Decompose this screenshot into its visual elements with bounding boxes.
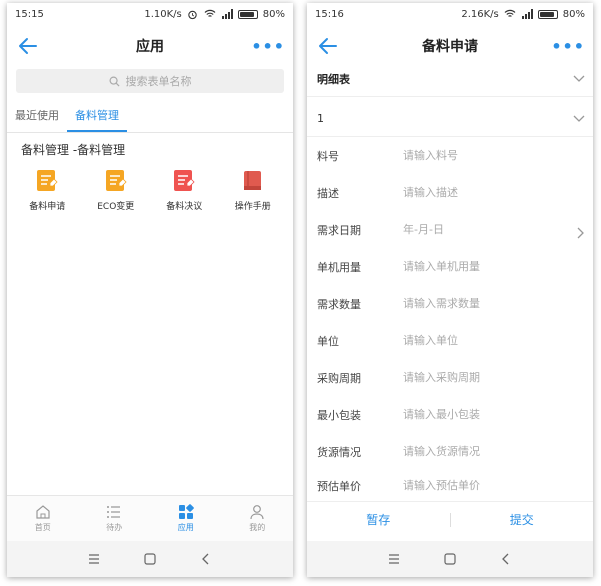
wifi-icon (504, 9, 516, 19)
tabbar-todo[interactable]: 待办 (79, 496, 151, 541)
submit-button[interactable]: 提交 (451, 511, 594, 528)
status-bar: 15:15 1.10K/s 80% (7, 3, 293, 25)
system-nav-bar (307, 541, 593, 577)
battery-icon (237, 9, 258, 19)
purchase-cycle-input[interactable] (403, 371, 583, 384)
app-label: ECO变更 (97, 202, 135, 212)
back-arrow-icon[interactable] (17, 35, 39, 57)
status-bar: 15:16 2.16K/s 80% (307, 3, 593, 25)
unit-usage-input[interactable] (403, 260, 583, 273)
network-speed: 1.10K/s (144, 8, 182, 20)
form-action-bar: 暂存 提交 (307, 501, 593, 537)
field-required-date: 需求日期 (307, 211, 593, 248)
supply-status-input[interactable] (403, 445, 583, 458)
app-material-resolution[interactable]: 备料决议 (153, 169, 215, 212)
required-date-input[interactable] (403, 223, 583, 236)
category-tabs: 最近使用 备料管理 (7, 101, 293, 133)
item-index: 1 (317, 112, 324, 125)
more-options-icon[interactable]: ••• (551, 37, 585, 56)
detail-table-section[interactable]: 明细表 (307, 61, 593, 97)
nav-bar: 应用 ••• (7, 25, 293, 67)
signal-icon (521, 9, 533, 19)
home-square-icon[interactable] (142, 551, 158, 567)
home-icon (36, 505, 50, 519)
home-square-icon[interactable] (442, 551, 458, 567)
app-eco-change[interactable]: ECO变更 (85, 169, 147, 212)
tabbar-home[interactable]: 首页 (7, 496, 79, 541)
page-title: 应用 (136, 39, 164, 55)
field-required-quantity: 需求数量 (307, 285, 593, 322)
material-request-screen: 15:16 2.16K/s 80% 备料申请 ••• 明细表 1 料号 请输入料… (307, 3, 593, 577)
back-chevron-icon[interactable] (498, 551, 514, 567)
wifi-icon (204, 9, 216, 19)
tab-material-management[interactable]: 备料管理 (67, 101, 127, 132)
todo-list-icon (107, 506, 121, 518)
field-estimated-price: 预估单价 (307, 467, 593, 504)
search-input[interactable]: 搜索表单名称 (16, 69, 284, 93)
form-doc-icon (105, 170, 127, 191)
tabbar-apps[interactable]: 应用 (150, 496, 222, 541)
app-grid: 备料申请 ECO变更 备料决议 操作手册 (7, 169, 293, 212)
required-quantity-input[interactable] (403, 297, 583, 310)
description-input[interactable] (403, 186, 583, 199)
field-part-number: 料号 (307, 137, 593, 174)
network-speed: 2.16K/s (461, 8, 499, 20)
search-icon (109, 76, 120, 87)
part-number-input[interactable] (403, 149, 583, 162)
status-time: 15:16 (315, 8, 344, 20)
user-icon (250, 505, 264, 520)
app-label: 操作手册 (234, 202, 271, 212)
unit-input[interactable] (403, 334, 583, 347)
apps-screen: 15:15 1.10K/s 80% 应用 ••• 搜索表单名称 最近使用 备料管… (7, 3, 293, 577)
form-doc-icon (174, 170, 195, 191)
battery-icon (537, 9, 558, 19)
min-package-input[interactable] (403, 408, 583, 421)
battery-level: 80% (562, 8, 585, 20)
tabbar-mine[interactable]: 我的 (222, 496, 294, 541)
status-time: 15:15 (15, 8, 44, 20)
field-min-package: 最小包装 (307, 396, 593, 433)
save-draft-button[interactable]: 暂存 (307, 511, 450, 528)
chevron-down-icon (573, 115, 585, 122)
tab-recent[interactable]: 最近使用 (7, 101, 67, 132)
field-unit: 单位 (307, 322, 593, 359)
group-title: 备料管理 -备料管理 (21, 143, 126, 157)
chevron-right-icon (577, 227, 584, 239)
detail-item-section[interactable]: 1 (307, 101, 593, 137)
menu-icon[interactable] (386, 551, 402, 567)
signal-icon (221, 9, 233, 19)
alarm-icon (187, 9, 199, 20)
chevron-down-icon (573, 75, 585, 82)
bottom-tab-bar: 首页 待办 应用 我的 (7, 495, 293, 541)
page-title: 备料申请 (422, 39, 478, 55)
back-chevron-icon[interactable] (198, 551, 214, 567)
system-nav-bar (7, 541, 293, 577)
more-options-icon[interactable]: ••• (251, 37, 285, 56)
app-material-request[interactable]: 备料申请 (16, 169, 78, 212)
form-doc-icon (37, 170, 58, 191)
field-unit-usage: 单机用量 (307, 248, 593, 285)
app-manual[interactable]: 操作手册 (222, 169, 284, 212)
estimated-price-input[interactable] (403, 479, 583, 492)
field-purchase-cycle: 采购周期 (307, 359, 593, 396)
battery-level: 80% (262, 8, 285, 20)
app-label: 备料申请 (29, 202, 66, 212)
menu-icon[interactable] (86, 551, 102, 567)
field-description: 描述 (307, 174, 593, 211)
apps-grid-icon (178, 504, 194, 519)
book-icon (243, 171, 261, 190)
section-label: 明细表 (317, 72, 350, 86)
field-supply-status: 货源情况 (307, 433, 593, 470)
app-label: 备料决议 (166, 202, 203, 212)
search-placeholder: 搜索表单名称 (125, 75, 192, 88)
back-arrow-icon[interactable] (317, 35, 339, 57)
